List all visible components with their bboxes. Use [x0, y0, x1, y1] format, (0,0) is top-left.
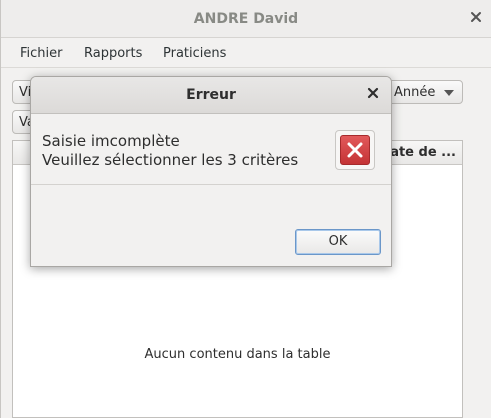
error-icon: [340, 135, 370, 165]
dialog-separator: [31, 184, 391, 185]
chevron-down-icon: [444, 90, 454, 96]
menubar: Fichier Rapports Praticiens: [1, 38, 491, 68]
ok-button[interactable]: OK: [295, 229, 381, 255]
menu-fichier[interactable]: Fichier: [20, 46, 63, 61]
dialog-body: Saisie imcomplète Veuillez sélectionner …: [31, 114, 391, 184]
menu-rapports[interactable]: Rapports: [84, 46, 142, 61]
dialog-message-line-1: Saisie imcomplète: [42, 132, 180, 150]
window-close-icon[interactable]: [470, 10, 482, 26]
table-empty-placeholder: Aucun contenu dans la table: [144, 347, 331, 362]
window-title: ANDRE David: [193, 11, 299, 27]
dialog-close-icon[interactable]: [367, 86, 379, 102]
dialog-message-line-2: Veuillez sélectionner les 3 critères: [42, 151, 299, 169]
year-combo[interactable]: Année: [383, 80, 463, 104]
menu-praticiens[interactable]: Praticiens: [163, 46, 226, 61]
dialog-titlebar: Erreur: [31, 77, 391, 114]
error-icon-frame: [335, 130, 375, 170]
dialog-title: Erreur: [186, 87, 236, 103]
year-combo-label: Année: [394, 85, 436, 100]
window-titlebar: ANDRE David: [1, 0, 491, 38]
error-dialog: Erreur Saisie imcomplète Veuillez sélect…: [30, 76, 392, 267]
